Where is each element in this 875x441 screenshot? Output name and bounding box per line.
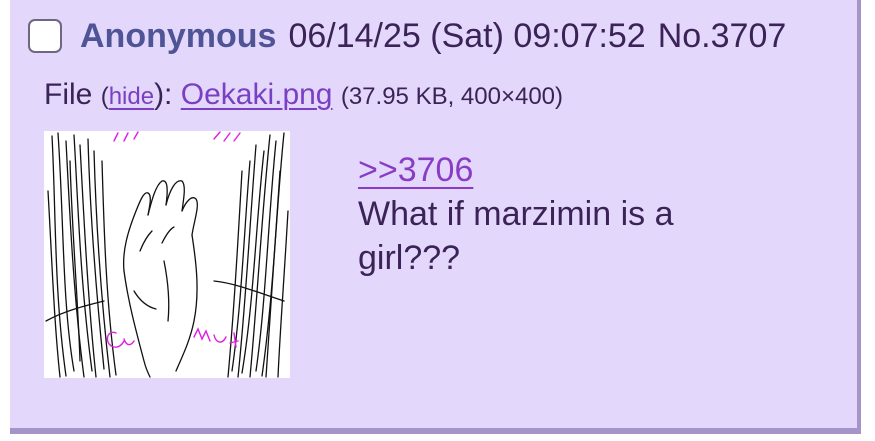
oekaki-drawing (45, 131, 289, 378)
post-header: Anonymous 06/14/25 (Sat) 09:07:52 No.370… (28, 14, 786, 58)
post-message: >>3706 What if marzimin is a girl??? (358, 148, 818, 280)
file-name-link[interactable]: Oekaki.png (181, 78, 333, 111)
poster-name: Anonymous (80, 16, 277, 55)
post-number-link[interactable]: No.3707 (658, 17, 787, 56)
post-datetime: 06/14/25 (Sat) 09:07:52 (288, 16, 646, 55)
hide-paren-open: ( (100, 83, 109, 110)
file-thumbnail[interactable] (44, 131, 290, 378)
file-size-info: (37.95 KB, 400×400) (340, 83, 564, 110)
quote-link[interactable]: >>3706 (358, 148, 473, 192)
post-container: Anonymous 06/14/25 (Sat) 09:07:52 No.370… (10, 0, 861, 434)
message-line: girl??? (358, 239, 461, 277)
hide-paren-close: ): (154, 78, 173, 111)
file-info: File (hide): Oekaki.png (37.95 KB, 400×4… (44, 78, 563, 112)
file-label: File (44, 78, 93, 111)
post-select-checkbox[interactable] (28, 19, 62, 53)
hide-file-link[interactable]: hide (109, 83, 154, 110)
message-line: What if marzimin is a (358, 195, 674, 233)
